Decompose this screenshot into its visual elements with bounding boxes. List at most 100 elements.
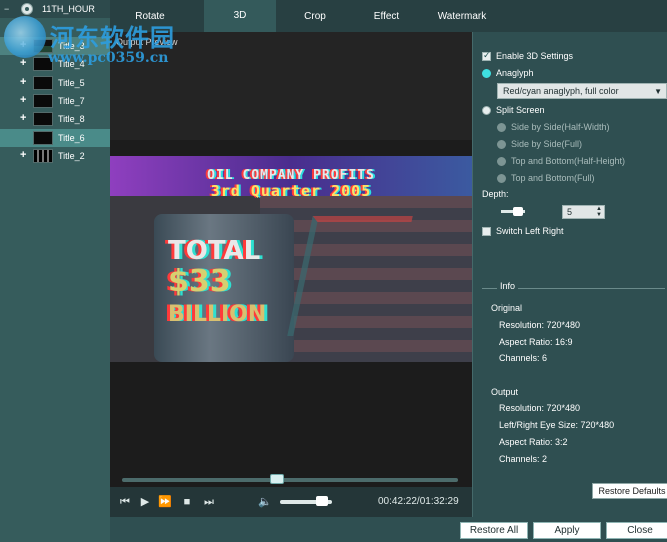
split-screen-radio[interactable]: Split Screen bbox=[482, 105, 545, 115]
expand-icon[interactable]: + bbox=[20, 58, 29, 69]
tree-item-title8[interactable]: + Title_8 bbox=[0, 110, 110, 128]
spin-arrows-icon[interactable]: ▲ ▼ bbox=[596, 206, 602, 218]
anaglyph-mode-value: Red/cyan anaglyph, full color bbox=[503, 86, 619, 96]
dialog-buttons: Restore All Apply Close bbox=[110, 517, 667, 542]
tab-effect[interactable]: Effect bbox=[340, 0, 433, 32]
expand-icon[interactable]: + bbox=[20, 95, 29, 106]
checkbox-checked-icon[interactable] bbox=[482, 50, 491, 61]
radio-disabled-icon[interactable] bbox=[497, 156, 506, 166]
timecode: 00:42:22/01:32:29 bbox=[378, 496, 459, 507]
tree-item-title5[interactable]: + Title_5 bbox=[0, 74, 110, 92]
restore-defaults-button[interactable]: Restore Defaults bbox=[592, 483, 667, 499]
seek-handle[interactable] bbox=[270, 474, 284, 484]
anaglyph-label: Anaglyph bbox=[496, 68, 534, 78]
checkbox-unchecked-icon[interactable] bbox=[482, 226, 491, 236]
original-aspect: Aspect Ratio: 16:9 bbox=[499, 337, 573, 347]
split-option-label: Top and Bottom(Full) bbox=[511, 173, 595, 183]
radio-disabled-icon[interactable] bbox=[497, 139, 506, 149]
video-total: TOTAL bbox=[168, 236, 261, 266]
seek-bar[interactable] bbox=[122, 474, 458, 484]
tree-item-title7[interactable]: + Title_7 bbox=[0, 92, 110, 110]
expand-icon[interactable]: + bbox=[20, 77, 29, 88]
anaglyph-radio[interactable]: Anaglyph bbox=[482, 68, 534, 78]
tree-item-title3[interactable]: + Title_3 bbox=[0, 37, 110, 55]
radio-unselected-icon[interactable] bbox=[482, 105, 491, 115]
enable-3d-label: Enable 3D Settings bbox=[496, 51, 574, 61]
tree-root-disc[interactable]: − 11TH_HOUR bbox=[0, 0, 110, 18]
restore-all-button[interactable]: Restore All bbox=[460, 522, 528, 539]
tree-item-title2[interactable]: + Title_2 bbox=[0, 147, 110, 165]
info-title: Info bbox=[497, 281, 519, 291]
depth-slider[interactable] bbox=[501, 207, 525, 216]
tree-item-title6[interactable]: Title_6 bbox=[0, 129, 110, 147]
split-option-label: Side by Side(Full) bbox=[511, 139, 583, 149]
close-button[interactable]: Close bbox=[606, 522, 667, 539]
skip-back-icon[interactable]: ⏮ bbox=[118, 495, 132, 509]
tree-item-label: Title_4 bbox=[58, 59, 85, 69]
output-resolution: Resolution: 720*480 bbox=[499, 403, 581, 413]
tab-3d-label: 3D bbox=[204, 0, 276, 32]
volume-handle[interactable] bbox=[316, 496, 328, 506]
collapse-icon[interactable]: − bbox=[4, 5, 13, 14]
title-thumbnail bbox=[33, 94, 53, 108]
3d-settings-panel: Enable 3D Settings Anaglyph Red/cyan ana… bbox=[472, 32, 667, 517]
tab-rotate[interactable]: Rotate bbox=[110, 0, 190, 32]
tree-item-label: Title_5 bbox=[58, 78, 85, 88]
output-eye-size: Left/Right Eye Size: 720*480 bbox=[499, 420, 615, 430]
expand-icon[interactable] bbox=[20, 133, 29, 142]
original-resolution: Resolution: 720*480 bbox=[499, 320, 581, 330]
tab-watermark[interactable]: Watermark bbox=[433, 0, 491, 32]
expand-icon[interactable]: + bbox=[20, 40, 29, 51]
radio-disabled-icon[interactable] bbox=[497, 173, 506, 183]
apply-button[interactable]: Apply bbox=[533, 522, 601, 539]
split-option-tb-half[interactable]: Top and Bottom(Half-Height) bbox=[497, 156, 625, 166]
radio-disabled-icon[interactable] bbox=[497, 122, 506, 132]
tree-item-label: Title_6 bbox=[58, 133, 85, 143]
enable-3d-checkbox[interactable]: Enable 3D Settings bbox=[482, 50, 574, 61]
tree-item-label: Title_8 bbox=[58, 114, 85, 124]
expand-icon[interactable]: + bbox=[20, 150, 29, 161]
split-option-tb-full[interactable]: Top and Bottom(Full) bbox=[497, 173, 595, 183]
tab-3d[interactable]: 3D bbox=[190, 0, 290, 32]
split-option-sbs-half[interactable]: Side by Side(Half-Width) bbox=[497, 122, 610, 132]
output-preview: Output Preview OIL COMPANY PROFITS 3rd Q… bbox=[110, 32, 472, 487]
original-channels: Channels: 6 bbox=[499, 353, 548, 363]
fast-forward-icon[interactable]: ⏩ bbox=[158, 495, 172, 509]
speaker-icon[interactable]: 🔈 bbox=[258, 495, 272, 509]
switch-lr-label: Switch Left Right bbox=[496, 226, 564, 236]
depth-value: 5 bbox=[567, 207, 573, 217]
title-thumbnail bbox=[33, 57, 53, 71]
tab-crop[interactable]: Crop bbox=[290, 0, 340, 32]
playback-controls: ⏮ ▶ ⏩ ■ ⏭ 🔈 00:42:22/01:32:29 bbox=[110, 487, 472, 517]
original-title: Original bbox=[491, 303, 523, 313]
output-channels: Channels: 2 bbox=[499, 454, 548, 464]
expand-icon[interactable]: + bbox=[20, 113, 29, 124]
info-group bbox=[482, 288, 665, 476]
tree-item-label: Title_7 bbox=[58, 96, 85, 106]
tree-item-label: Title_3 bbox=[58, 41, 85, 51]
tree-root-label: 11TH_HOUR bbox=[42, 4, 95, 14]
stop-icon[interactable]: ■ bbox=[180, 495, 194, 509]
video-billion: BILLION bbox=[168, 302, 267, 327]
tree-item-title4[interactable]: + Title_4 bbox=[0, 55, 110, 73]
tree-item-label: Title_2 bbox=[58, 151, 85, 161]
edit-tabs: Rotate 3D Crop Effect Watermark bbox=[110, 0, 667, 32]
split-option-sbs-full[interactable]: Side by Side(Full) bbox=[497, 139, 582, 149]
video-headline-1: OIL COMPANY PROFITS bbox=[207, 168, 375, 183]
depth-handle[interactable] bbox=[513, 207, 523, 216]
title-thumbnail bbox=[33, 112, 53, 126]
title-thumbnail bbox=[33, 39, 53, 53]
chevron-down-icon: ▼ bbox=[654, 87, 662, 96]
skip-forward-icon[interactable]: ⏭ bbox=[202, 495, 216, 509]
output-aspect: Aspect Ratio: 3:2 bbox=[499, 437, 568, 447]
play-icon[interactable]: ▶ bbox=[138, 495, 152, 509]
title-thumbnail bbox=[33, 131, 53, 145]
preview-letterbox-top bbox=[110, 32, 472, 140]
depth-spinbox[interactable]: 5 ▲ ▼ bbox=[562, 205, 605, 219]
video-amount: $33 bbox=[168, 264, 231, 299]
switch-lr-checkbox[interactable]: Switch Left Right bbox=[482, 226, 564, 236]
anaglyph-mode-select[interactable]: Red/cyan anaglyph, full color ▼ bbox=[497, 83, 667, 99]
radio-selected-icon[interactable] bbox=[482, 68, 491, 78]
title-tree: − 11TH_HOUR + Title_3 + Title_4 + Title_… bbox=[0, 0, 110, 542]
split-option-label: Side by Side(Half-Width) bbox=[511, 122, 610, 132]
